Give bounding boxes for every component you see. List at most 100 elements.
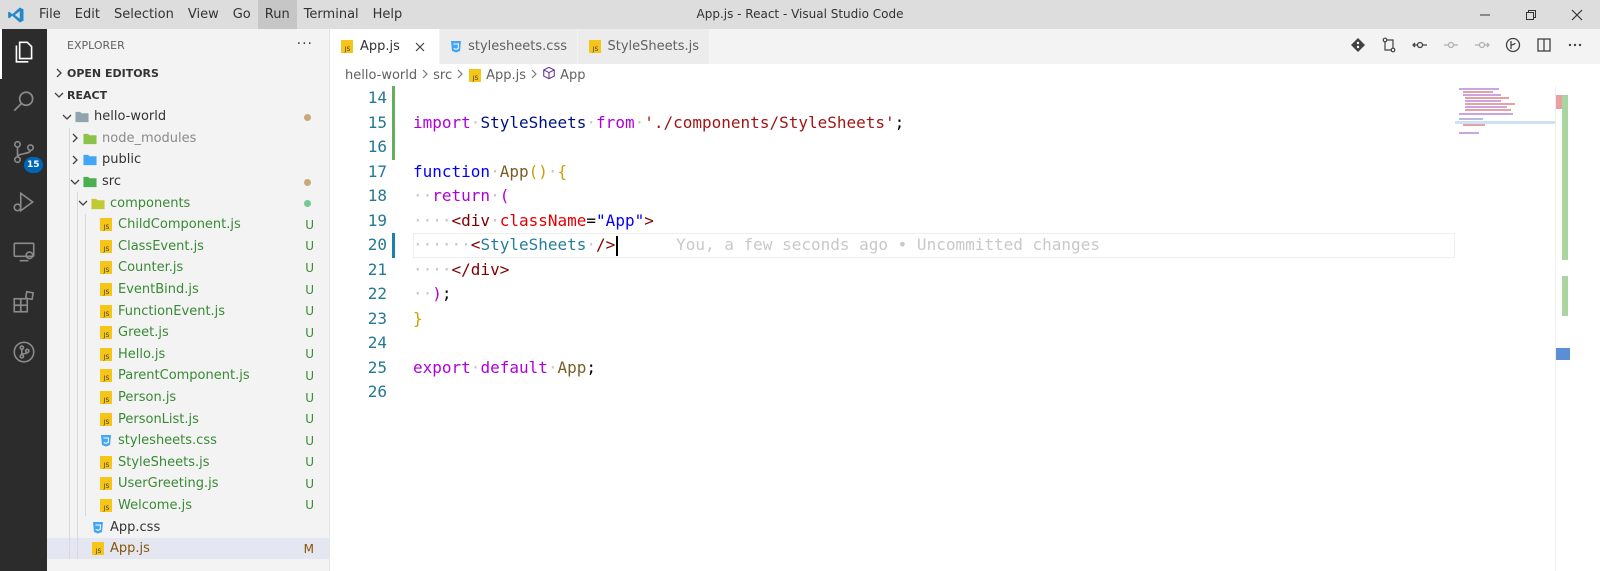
tree-folder[interactable]: src bbox=[47, 170, 329, 193]
menu-edit[interactable]: Edit bbox=[68, 0, 107, 29]
tree-item-label: ParentComponent.js bbox=[118, 368, 250, 384]
code-line: 19 ····<div·className="App"> bbox=[330, 209, 1455, 234]
editor-tab[interactable]: JS App.js bbox=[330, 29, 440, 64]
gitlens-button[interactable] bbox=[1497, 29, 1528, 64]
split-editor-button[interactable] bbox=[1528, 29, 1559, 64]
tree-file[interactable]: JS Greet.js U bbox=[47, 321, 329, 344]
menu-help[interactable]: Help bbox=[366, 0, 410, 29]
js-file-icon: JS bbox=[99, 498, 113, 512]
line-number: 17 bbox=[367, 161, 387, 181]
git-status-badge: U bbox=[305, 347, 314, 362]
js-file-icon: JS bbox=[99, 218, 113, 232]
breadcrumb-symbol[interactable]: App bbox=[560, 68, 585, 83]
js-file-icon: JS bbox=[99, 304, 113, 318]
tree-file[interactable]: App.css bbox=[47, 516, 329, 538]
tree-file[interactable]: JS App.js M bbox=[47, 537, 329, 560]
tree-folder[interactable]: node_modules bbox=[47, 127, 329, 150]
file-tree: hello-world node_modules public src componen… bbox=[47, 106, 329, 560]
tree-folder[interactable]: components bbox=[47, 192, 329, 214]
previous-commit-button[interactable] bbox=[1435, 29, 1466, 64]
close-window-button[interactable] bbox=[1554, 0, 1600, 29]
git-status-badge: U bbox=[305, 498, 314, 513]
tree-item-label: hello-world bbox=[94, 109, 167, 125]
run-debug-activity[interactable] bbox=[0, 179, 47, 229]
tree-file[interactable]: JS ClassEvent.js U bbox=[47, 235, 329, 258]
code-line: 21 ····</div> bbox=[330, 258, 1455, 283]
tree-item-label: Greet.js bbox=[118, 325, 169, 341]
js-file-icon: JS bbox=[468, 68, 482, 82]
menu-terminal[interactable]: Terminal bbox=[297, 0, 366, 29]
line-number: 16 bbox=[367, 137, 387, 156]
source-control-activity[interactable]: 15 bbox=[0, 129, 47, 179]
extensions-activity[interactable] bbox=[0, 279, 47, 329]
breadcrumb-folder[interactable]: hello-world bbox=[345, 68, 417, 83]
more-editor-actions-button[interactable] bbox=[1559, 29, 1590, 64]
chevron-down-icon bbox=[51, 90, 67, 100]
breadcrumb-file[interactable]: App.js bbox=[486, 68, 526, 83]
commit-icon bbox=[1443, 37, 1459, 57]
window-controls bbox=[1462, 0, 1600, 29]
tree-folder[interactable]: hello-world bbox=[47, 106, 329, 128]
tree-file[interactable]: JS ParentComponent.js U bbox=[47, 365, 329, 387]
tree-file[interactable]: JS UserGreeting.js U bbox=[47, 473, 329, 495]
vertical-scrollbar[interactable] bbox=[1555, 86, 1570, 571]
tree-file[interactable]: JS StyleSheets.js U bbox=[47, 451, 329, 474]
svg-text:JS: JS bbox=[103, 267, 110, 274]
search-activity[interactable] bbox=[0, 79, 47, 129]
minimize-button[interactable] bbox=[1462, 0, 1508, 29]
js-file-icon: JS bbox=[99, 412, 113, 426]
more-actions-button[interactable]: ··· bbox=[297, 36, 313, 52]
code-line: 15 import·StyleSheets·from·'./components/… bbox=[330, 111, 1455, 136]
editor-tab[interactable]: JS StyleSheets.js bbox=[578, 29, 710, 64]
tree-file[interactable]: JS Hello.js U bbox=[47, 343, 329, 366]
tree-folder[interactable]: public bbox=[47, 149, 329, 171]
line-number: 21 bbox=[367, 259, 387, 279]
timeline-back-button[interactable] bbox=[1404, 29, 1435, 64]
editor-tab[interactable]: stylesheets.css bbox=[440, 29, 578, 64]
minimap[interactable] bbox=[1455, 86, 1555, 571]
workspace-section[interactable]: REACT bbox=[47, 84, 329, 106]
tree-file[interactable]: stylesheets.css U bbox=[47, 429, 329, 452]
code-line: 16 bbox=[330, 135, 1455, 160]
menu-run[interactable]: Run bbox=[257, 0, 297, 29]
js-file-icon: JS bbox=[340, 40, 354, 54]
tree-file[interactable]: JS Welcome.js U bbox=[47, 494, 329, 517]
tree-file[interactable]: JS Counter.js U bbox=[47, 257, 329, 279]
code-line: 14 bbox=[330, 86, 1455, 111]
tree-file[interactable]: JS ChildComponent.js U bbox=[47, 213, 329, 236]
svg-text:JS: JS bbox=[103, 462, 110, 469]
git-status-badge: U bbox=[305, 476, 314, 491]
svg-text:JS: JS bbox=[95, 548, 102, 555]
line-number: 25 bbox=[367, 357, 387, 377]
js-file-icon: JS bbox=[588, 40, 601, 54]
open-changes-button[interactable] bbox=[1373, 29, 1404, 64]
git-status-dot bbox=[304, 175, 311, 189]
tree-file[interactable]: JS EventBind.js U bbox=[47, 278, 329, 301]
svg-text:JS: JS bbox=[103, 397, 110, 404]
js-file-icon: JS bbox=[99, 283, 113, 297]
menu-view[interactable]: View bbox=[181, 0, 226, 29]
menu-selection[interactable]: Selection bbox=[107, 0, 181, 29]
menu-go[interactable]: Go bbox=[226, 0, 258, 29]
restore-button[interactable] bbox=[1508, 0, 1554, 29]
tree-file[interactable]: JS Person.js U bbox=[47, 386, 329, 409]
tree-item-label: App.js bbox=[110, 541, 150, 557]
git-action-button[interactable] bbox=[1342, 29, 1373, 64]
svg-text:JS: JS bbox=[103, 483, 110, 490]
git-blame-annotation: You, a few seconds ago • Uncommitted cha… bbox=[676, 235, 1100, 254]
close-tab-icon[interactable] bbox=[412, 39, 428, 55]
tree-file[interactable]: JS FunctionEvent.js U bbox=[47, 300, 329, 322]
open-editors-section[interactable]: OPEN EDITORS bbox=[47, 62, 329, 84]
tree-file[interactable]: JS PersonList.js U bbox=[47, 408, 329, 430]
git-graph-activity[interactable] bbox=[0, 329, 47, 379]
remote-explorer-activity[interactable] bbox=[0, 229, 47, 279]
tree-item-label: StyleSheets.js bbox=[118, 454, 210, 470]
next-commit-button[interactable] bbox=[1466, 29, 1497, 64]
explorer-activity[interactable] bbox=[0, 29, 47, 79]
code-editor[interactable]: 14 15 import·StyleSheets·from·'./componen… bbox=[330, 86, 1455, 571]
breadcrumb-src[interactable]: src bbox=[433, 68, 452, 83]
menu-file[interactable]: File bbox=[32, 0, 68, 29]
tree-item-label: FunctionEvent.js bbox=[118, 303, 226, 319]
tree-item-label: stylesheets.css bbox=[118, 433, 217, 449]
svg-text:JS: JS bbox=[344, 46, 351, 53]
